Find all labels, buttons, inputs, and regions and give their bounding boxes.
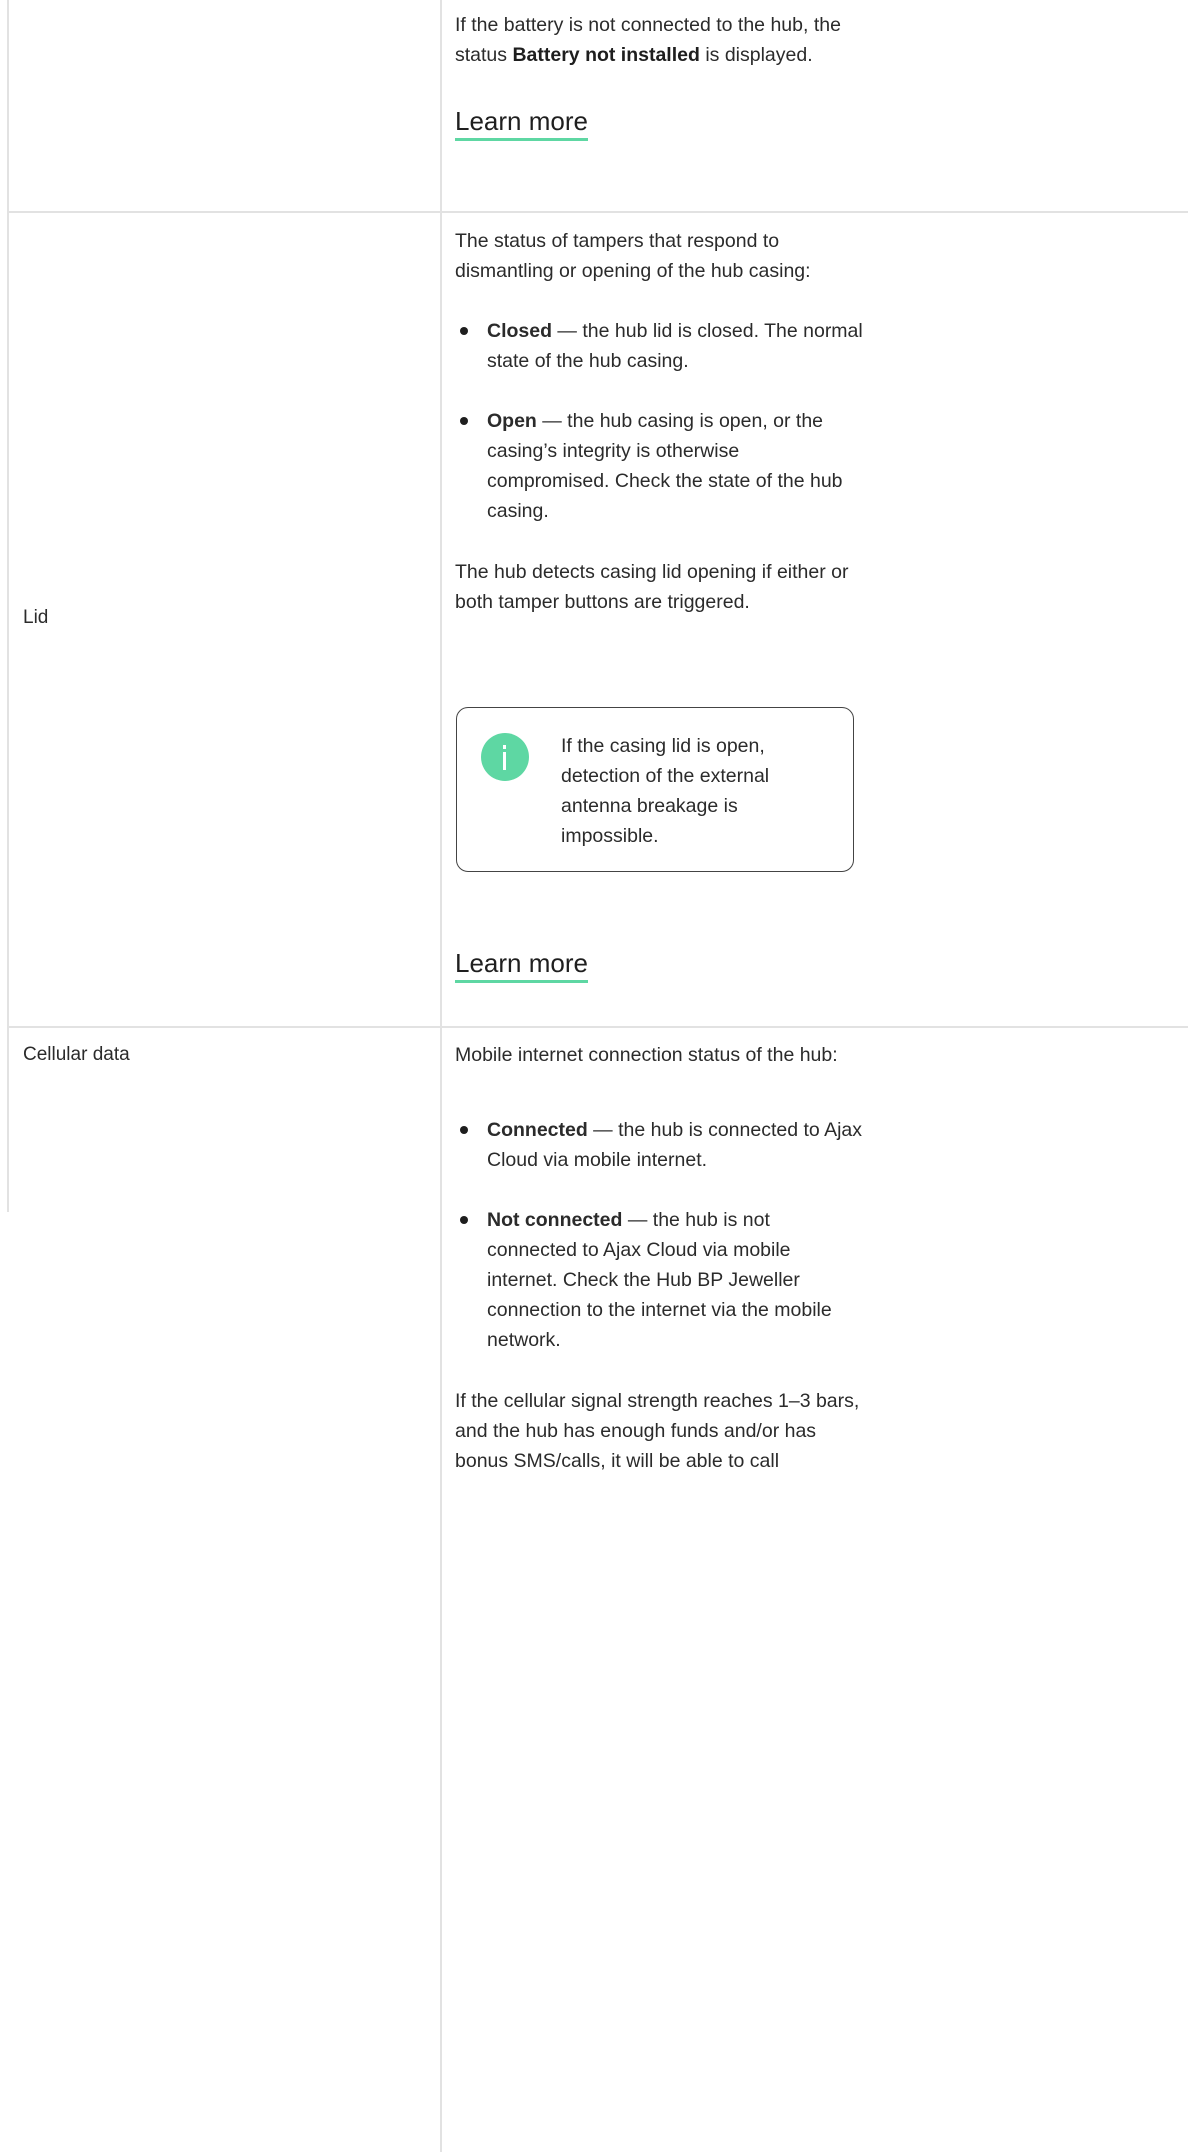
lid-detect-text: The hub detects casing lid opening if ei… — [455, 561, 849, 613]
bullet-icon — [460, 327, 468, 335]
bullet-icon — [460, 417, 468, 425]
info-note-text: If the casing lid is open, detection of … — [561, 735, 770, 847]
learn-more-link-battery[interactable]: Learn more — [455, 104, 588, 141]
info-note-box: If the casing lid is open, detection of … — [456, 707, 854, 872]
battery-description-cell: If the battery is not connected to the h… — [455, 10, 863, 141]
list-item: Closed — the hub lid is closed. The norm… — [455, 316, 863, 376]
bullet-icon — [460, 1126, 468, 1134]
list-item: Connected — the hub is connected to Ajax… — [455, 1115, 863, 1175]
table-left-border — [7, 0, 9, 1212]
cellular-description-cell: Mobile internet connection status of the… — [455, 1040, 863, 1476]
device-states-table: If the battery is not connected to the h… — [0, 0, 1188, 2152]
lid-intro-text: The status of tampers that respond to di… — [455, 230, 811, 282]
table-column-divider — [440, 0, 442, 2152]
bullet-icon — [460, 1216, 468, 1224]
row-divider — [7, 1026, 1188, 1028]
learn-more-link-lid[interactable]: Learn more — [455, 946, 588, 983]
lid-label: Lid — [23, 607, 49, 628]
list-item: Not connected — the hub is not connected… — [455, 1205, 863, 1355]
list-item: Open — the hub casing is open, or the ca… — [455, 406, 863, 526]
cellular-intro-text: Mobile internet connection status of the… — [455, 1044, 838, 1066]
info-icon — [481, 733, 529, 781]
battery-status-bold: Battery not installed — [512, 44, 700, 66]
row-divider — [7, 211, 1188, 213]
cellular-signal-text: If the cellular signal strength reaches … — [455, 1390, 860, 1472]
cellular-states-list: Connected — the hub is connected to Ajax… — [455, 1115, 863, 1355]
battery-status-text: If the battery is not connected to the h… — [455, 14, 841, 66]
cellular-data-label: Cellular data — [23, 1044, 130, 1065]
lid-description-cell: The status of tampers that respond to di… — [455, 226, 863, 617]
lid-states-list: Closed — the hub lid is closed. The norm… — [455, 316, 863, 526]
